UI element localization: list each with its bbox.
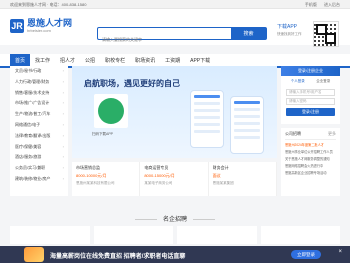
banner-caption: 扫码下载APP xyxy=(92,132,114,136)
search-input[interactable] xyxy=(98,34,228,45)
top-utility-bar: 欢迎来到恩施人才网 · 电话：400-838-1580 手机版 进入后台 xyxy=(0,0,350,9)
nav-item-salary[interactable]: 工资期 xyxy=(160,54,185,66)
nav-item-home[interactable]: 首页 xyxy=(10,54,31,66)
notice-item[interactable]: 关于恩施人才网服务调整的通知 xyxy=(285,157,336,161)
nav-item-news[interactable]: 职场资讯 xyxy=(130,54,160,66)
job-card[interactable]: 市场营销总监 8000-10000元/月 恩施州某某科技有限公司 xyxy=(72,162,141,196)
site-header: JR 恩施人才网 hrbeisier.com 搜索 下载APP 快速找到好工作 xyxy=(0,9,350,47)
mobile-link[interactable]: 手机版 xyxy=(305,2,317,7)
search-box: 搜索 xyxy=(97,27,267,45)
welcome-text: 欢迎来到恩施人才网 · 电话：400-838-1580 xyxy=(10,2,87,7)
nav-item-public[interactable]: 公招 xyxy=(80,54,100,66)
notice-more-link[interactable]: 更多 xyxy=(328,131,336,137)
job-name: 市场营销总监 xyxy=(76,165,100,170)
job-salary: 8000-15000元/月 xyxy=(144,173,175,178)
qr-code-icon xyxy=(313,21,339,47)
login-header: 登录/注册企业 xyxy=(281,66,340,76)
notice-panel: 公司招聘 更多 恩施州2024年度第二批人才 恩施州事业单位公开招聘工作人员 关… xyxy=(281,128,340,196)
notice-item[interactable]: 恩施高新区企业招聘专场活动 xyxy=(285,171,336,175)
sidebar-item[interactable]: 医疗/保健/美容 xyxy=(10,142,68,153)
notice-item[interactable]: 恩施州2024年度第二批人才 xyxy=(285,143,336,147)
login-panel: 登录/注册企业 个人登录 企业登录 请输入手机号/用户名 请输入密码 登录/注册 xyxy=(281,66,340,124)
sidebar-item[interactable]: 公务员/实习/兼职 xyxy=(10,163,68,174)
main-content: 文员/秘书/行政 人力行政/管理/财务 销售/客服/技术支持 市场/推广/广告设… xyxy=(10,66,340,244)
company-row xyxy=(10,226,340,244)
job-company: 恩施州某某科技有限公司 xyxy=(76,181,115,185)
phone-mockup-icon xyxy=(190,90,224,148)
notice-header: 公司招聘 更多 xyxy=(285,131,336,140)
banner-title: 启航职场，遇见更好的自己 xyxy=(84,79,180,88)
nav-item-talent[interactable]: 招人才 xyxy=(55,54,80,66)
sidebar-item[interactable]: 生产/物流/普工/汽车 xyxy=(10,109,68,120)
company-card[interactable] xyxy=(260,226,340,244)
hero-banner[interactable]: 启航职场，遇见更好的自己 扫码下载APP xyxy=(72,66,277,158)
top-links: 手机版 进入后台 xyxy=(299,2,340,8)
admin-link[interactable]: 进入后台 xyxy=(324,2,340,7)
tab-company-login[interactable]: 企业登录 xyxy=(316,79,330,84)
job-card[interactable]: 财务会计 面议 恩施某某集团 xyxy=(209,162,277,196)
nav-item-jobs[interactable]: 找工作 xyxy=(30,54,55,66)
sidebar-item[interactable]: 销售/客服/技术支持 xyxy=(10,88,68,99)
job-card[interactable]: 电商运营专员 8000-15000元/月 某某电子商务公司 xyxy=(140,162,209,196)
notice-item[interactable]: 恩施州事业单位公开招聘工作人员 xyxy=(285,150,336,154)
sidebar-item[interactable]: 建筑/装修/物业/房产 xyxy=(10,174,68,185)
job-salary: 面议 xyxy=(212,173,221,178)
site-logo[interactable]: JR 恩施人才网 hrbeisier.com xyxy=(10,18,72,33)
tab-personal-login[interactable]: 个人登录 xyxy=(291,79,305,84)
bottom-promo-bar: 海量高薪岗位在线免费直招 招聘者/求职者电话直聊 立即登录 × xyxy=(0,246,350,263)
banner-qr-icon xyxy=(94,94,128,128)
notice-title: 公司招聘 xyxy=(285,131,301,136)
search-button[interactable]: 搜索 xyxy=(231,28,266,39)
sidebar-item[interactable]: 文员/秘书/行政 xyxy=(10,66,68,77)
sidebar-item[interactable]: 酒店/服务/旅游 xyxy=(10,152,68,163)
logo-url: hrbeisier.com xyxy=(27,28,51,33)
logo-text: 恩施人才网 hrbeisier.com xyxy=(27,18,72,33)
sidebar-item[interactable]: 网络通信/电子 xyxy=(10,120,68,131)
job-cards: 市场营销总监 8000-10000元/月 恩施州某某科技有限公司 电商运营专员 … xyxy=(72,162,277,196)
login-button[interactable]: 登录/注册 xyxy=(286,108,335,116)
password-field[interactable]: 请输入密码 xyxy=(286,98,335,105)
promo-text: 海量高薪岗位在线免费直招 招聘者/求职者电话直聊 xyxy=(50,254,186,260)
app-download-title: 下载APP xyxy=(277,24,298,30)
sidebar-item[interactable]: 市场/推广/广告设计 xyxy=(10,98,68,109)
promo-illustration-icon xyxy=(24,247,44,262)
job-name: 电商运营专员 xyxy=(144,165,169,170)
close-icon[interactable]: × xyxy=(338,249,342,255)
notice-item[interactable]: 恩施网络招聘会火热进行中 xyxy=(285,164,336,168)
job-company: 某某电子商务公司 xyxy=(144,181,173,185)
sidebar-item[interactable]: 法律/教育/翻译/出版 xyxy=(10,131,68,142)
job-company: 恩施某某集团 xyxy=(212,181,234,185)
section-title: 名企招聘 xyxy=(10,214,340,223)
job-name: 财务会计 xyxy=(212,165,229,170)
sidebar-item[interactable]: 人力行政/管理/财务 xyxy=(10,77,68,88)
company-card[interactable] xyxy=(177,226,257,244)
nav-item-school[interactable]: 职校专栏 xyxy=(100,54,130,66)
logo-name: 恩施人才网 xyxy=(27,18,73,28)
username-field[interactable]: 请输入手机号/用户名 xyxy=(286,89,335,96)
promo-login-button[interactable]: 立即登录 xyxy=(291,250,321,259)
nav-item-app[interactable]: APP下载 xyxy=(185,54,215,66)
phone-mockup-icon xyxy=(230,96,264,154)
app-download-subtitle: 快速找到好工作 xyxy=(277,32,302,36)
login-tabs: 个人登录 企业登录 xyxy=(281,76,340,87)
job-salary: 8000-10000元/月 xyxy=(76,173,107,178)
company-card[interactable] xyxy=(93,226,173,244)
logo-icon: JR xyxy=(10,18,24,33)
category-sidebar: 文员/秘书/行政 人力行政/管理/财务 销售/客服/技术支持 市场/推广/广告设… xyxy=(10,66,68,196)
app-download[interactable]: 下载APP 快速找到好工作 xyxy=(277,23,302,37)
company-card[interactable] xyxy=(10,226,90,244)
